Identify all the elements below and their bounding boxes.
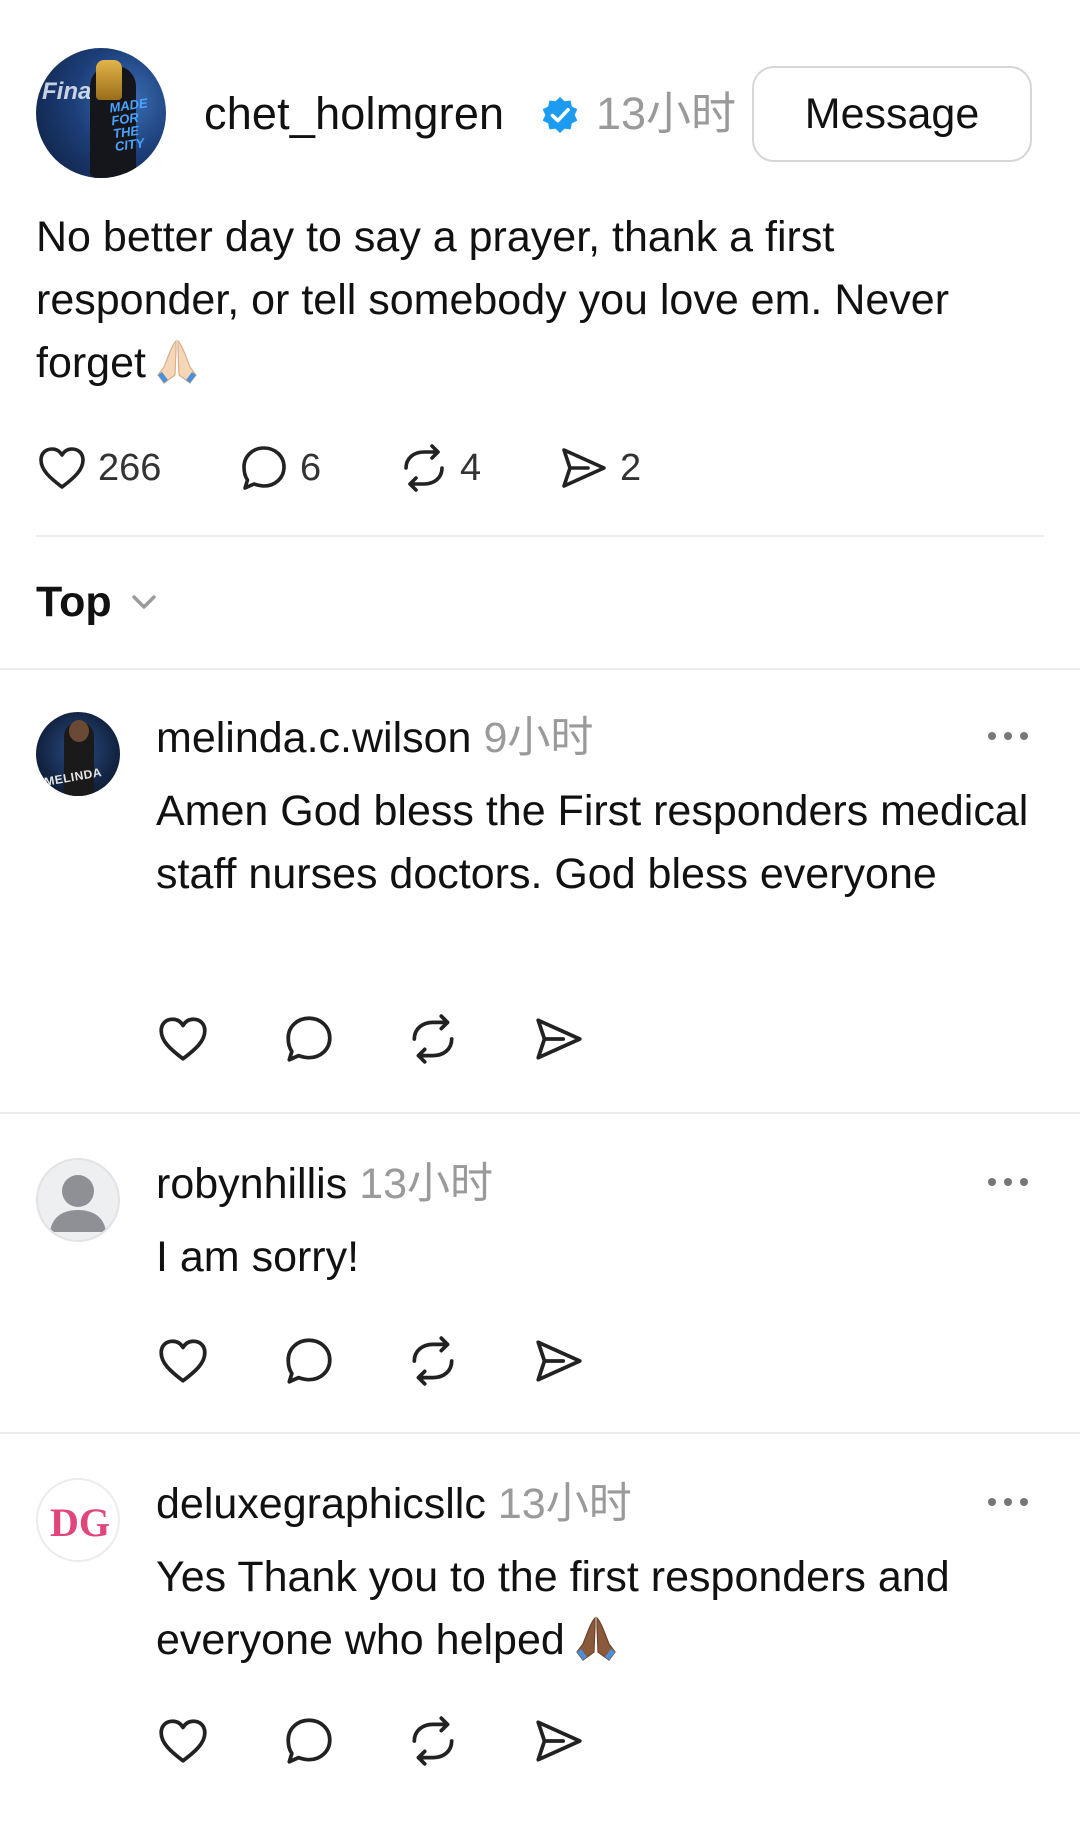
sort-label: Top <box>36 577 112 626</box>
comment-time: 9小时 <box>483 714 594 762</box>
comment-avatar[interactable]: DG <box>36 1478 120 1562</box>
comment-actions <box>156 1334 596 1390</box>
comment-item: robynhillis 13小时 I am sorry! <box>0 1158 1080 1428</box>
avatar-head <box>69 720 89 742</box>
logo-text: DG <box>50 1500 110 1545</box>
default-avatar-icon <box>50 1175 106 1232</box>
avatar-shirt-text: MADE FOR THE CITY <box>108 95 149 155</box>
send-icon[interactable] <box>532 1012 586 1066</box>
message-button[interactable]: Message <box>752 66 1032 162</box>
divider <box>36 535 1044 537</box>
post-time: 13小时 <box>596 88 737 139</box>
comment-header: melinda.c.wilson 9小时 <box>156 712 593 764</box>
thread-page: Finals MADE FOR THE CITY chet_holmgren 1… <box>0 0 1080 1823</box>
more-dots-icon[interactable] <box>984 1172 1032 1192</box>
praying-hands-emoji-icon <box>576 1616 616 1661</box>
comment-avatar[interactable] <box>36 1158 120 1242</box>
speech-bubble-icon[interactable] <box>282 1012 336 1066</box>
speech-bubble-icon[interactable] <box>282 1334 336 1388</box>
comment-actions <box>156 1012 596 1068</box>
comment-actions <box>156 1714 596 1770</box>
heart-icon[interactable] <box>156 1714 210 1768</box>
like-count: 266 <box>98 446 162 489</box>
heart-icon[interactable] <box>156 1334 210 1388</box>
comment-username[interactable]: deluxegraphicsllc <box>156 1480 486 1528</box>
more-dots-icon[interactable] <box>984 726 1032 746</box>
speech-bubble-icon <box>242 446 286 490</box>
praying-hands-emoji-icon <box>157 339 197 384</box>
speech-bubble-icon[interactable] <box>282 1714 336 1768</box>
heart-icon <box>39 447 85 489</box>
repost-icon[interactable] <box>406 1334 460 1388</box>
comment-text-content: Yes Thank you to the first responders an… <box>156 1553 950 1664</box>
share-button[interactable]: 2 <box>558 438 641 498</box>
comment-item: MELINDA melinda.c.wilson 9小时 Amen God ble… <box>0 712 1080 1112</box>
post-text: No better day to say a prayer, thank a f… <box>36 206 1036 395</box>
more-dots-icon[interactable] <box>984 1492 1032 1512</box>
send-icon[interactable] <box>532 1334 586 1388</box>
comment-item: DG deluxegraphicsllc 13小时 Yes Thank you t… <box>0 1478 1080 1823</box>
verified-badge-icon <box>542 97 578 133</box>
repost-count: 4 <box>460 446 482 489</box>
divider <box>0 1112 1080 1114</box>
divider <box>0 1432 1080 1434</box>
comment-username[interactable]: robynhillis <box>156 1160 347 1208</box>
like-button[interactable]: 266 <box>36 438 161 498</box>
comment-text: I am sorry! <box>156 1233 360 1281</box>
comment-text: Yes Thank you to the first responders an… <box>156 1546 1036 1672</box>
repost-icon[interactable] <box>406 1012 460 1066</box>
comment-time: 13小时 <box>497 1480 632 1528</box>
repost-icon <box>404 444 444 492</box>
post-username[interactable]: chet_holmgren <box>204 88 504 140</box>
comment-header: robynhillis 13小时 <box>156 1158 493 1210</box>
comment-header: deluxegraphicsllc 13小时 <box>156 1478 632 1530</box>
post-header: Finals MADE FOR THE CITY chet_holmgren 1… <box>36 48 1044 178</box>
sort-dropdown[interactable]: Top <box>36 572 162 632</box>
send-icon[interactable] <box>532 1714 586 1768</box>
avatar-trophy <box>96 60 122 100</box>
repost-icon[interactable] <box>406 1714 460 1768</box>
divider <box>0 668 1080 670</box>
comment-username[interactable]: melinda.c.wilson <box>156 714 471 762</box>
repost-button[interactable]: 4 <box>398 438 481 498</box>
comment-time: 13小时 <box>359 1160 494 1208</box>
chevron-down-icon <box>131 595 156 609</box>
post-avatar[interactable]: Finals MADE FOR THE CITY <box>36 48 166 178</box>
comment-text: Amen God bless the First responders medi… <box>156 787 1029 898</box>
reply-button[interactable]: 6 <box>238 438 321 498</box>
heart-icon[interactable] <box>156 1012 210 1066</box>
post-actions: 266 6 4 2 <box>36 438 836 498</box>
comment-avatar[interactable]: MELINDA <box>36 712 120 796</box>
deluxe-logo-icon: DG <box>50 1500 110 1545</box>
reply-count: 6 <box>300 446 322 489</box>
share-count: 2 <box>620 446 642 489</box>
send-icon <box>562 448 606 488</box>
